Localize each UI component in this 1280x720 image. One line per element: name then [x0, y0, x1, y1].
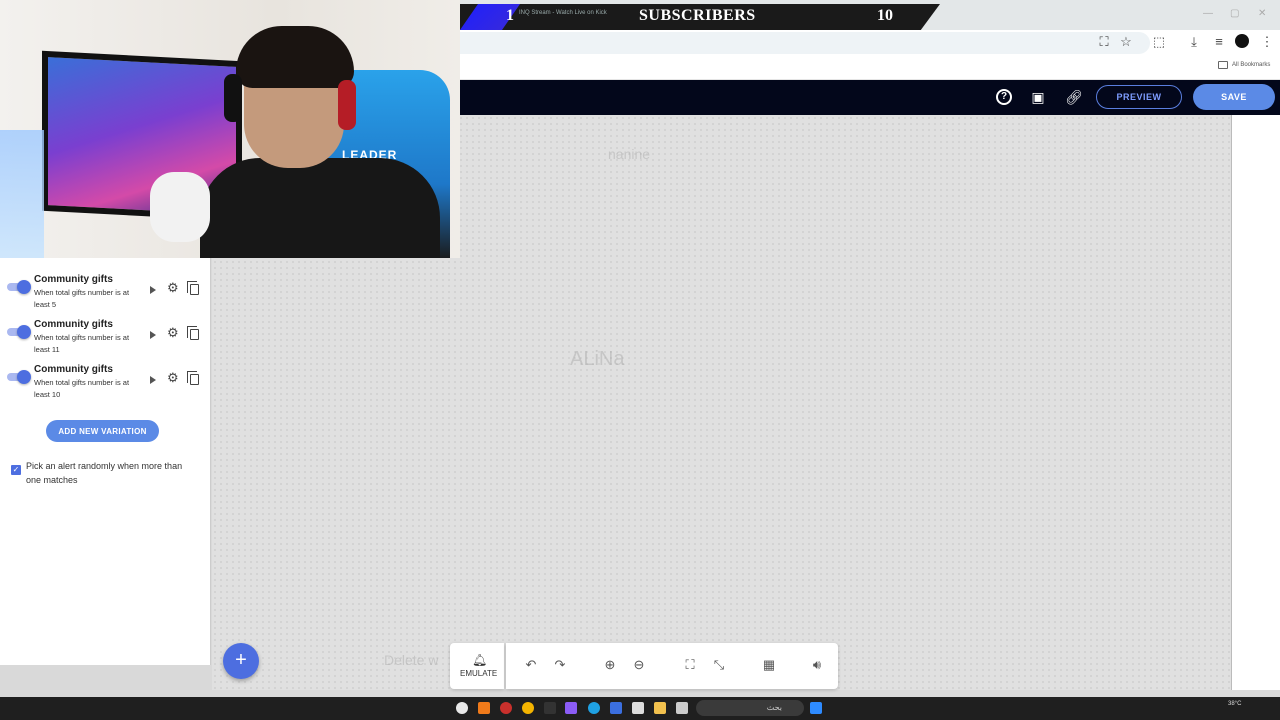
copy-icon[interactable] — [187, 281, 199, 295]
profile-avatar-icon[interactable] — [1235, 34, 1249, 48]
app-icon-blue[interactable] — [610, 702, 622, 714]
chrome-icon[interactable] — [522, 702, 534, 714]
variation-item[interactable]: Community gifts When total gifts number … — [0, 268, 211, 312]
variation-title: Community gifts — [34, 274, 113, 285]
file-explorer-icon[interactable] — [654, 702, 666, 714]
emulate-label: EMULATE — [460, 669, 498, 678]
app-icon-red[interactable] — [500, 702, 512, 714]
extensions-icon[interactable]: ⬚ — [1151, 34, 1167, 50]
play-icon[interactable] — [150, 376, 156, 384]
gear-icon[interactable]: ⚙ — [167, 370, 179, 386]
add-widget-button[interactable]: + — [223, 643, 259, 679]
variation-toggle[interactable] — [7, 325, 31, 339]
star-icon[interactable]: ☆ — [1118, 34, 1134, 50]
preview-button[interactable]: PREVIEW — [1096, 85, 1182, 109]
terminal-icon[interactable] — [544, 702, 556, 714]
headset-left — [224, 74, 242, 122]
canvas-ghost-name: nanine — [608, 146, 651, 162]
variations-panel: Community gifts When total gifts number … — [0, 258, 211, 665]
variation-description: When total gifts number is at least 5 — [34, 288, 130, 309]
bookmarks-bar — [460, 56, 1280, 80]
store-icon[interactable] — [632, 702, 644, 714]
screen-settings-icon[interactable]: ▣ — [1030, 89, 1046, 105]
zoom-out-icon[interactable]: ⊖ — [631, 657, 647, 673]
webcam-microphone — [150, 172, 210, 242]
variation-item[interactable]: Community gifts When total gifts number … — [0, 313, 211, 357]
exit-fullscreen-icon[interactable]: ⤡ — [711, 657, 727, 673]
taskbar-search[interactable]: بحث — [696, 700, 804, 716]
windows-start-icon[interactable] — [810, 702, 822, 714]
weather-text: 38°C — [1228, 701, 1242, 707]
all-bookmarks[interactable]: All Bookmarks — [1218, 61, 1270, 69]
redo-icon[interactable]: ↷ — [552, 657, 568, 673]
maximize-icon[interactable]: ▢ — [1230, 8, 1242, 19]
bell-icon: 🔔︎ — [472, 653, 488, 667]
copy-icon[interactable] — [187, 326, 199, 340]
pick-random-label: Pick an alert randomly when more than on… — [26, 461, 183, 485]
gear-icon[interactable]: ⚙ — [167, 325, 179, 341]
webcam-overlay: LEADER — [0, 0, 460, 258]
save-button[interactable]: SAVE — [1193, 84, 1275, 110]
grid-icon[interactable]: ▦ — [761, 657, 777, 673]
app-icon-grey[interactable] — [676, 702, 688, 714]
webcam-person-hair — [236, 26, 354, 88]
volume-icon[interactable]: 🔊︎ — [809, 657, 825, 673]
fullscreen-icon[interactable]: ⛶ — [682, 657, 698, 673]
close-icon[interactable]: ✕ — [1258, 8, 1270, 19]
play-icon[interactable] — [150, 331, 156, 339]
app-icon-purple[interactable] — [565, 702, 577, 714]
webcam-person-body — [200, 158, 440, 258]
app-icon-orange[interactable] — [478, 702, 490, 714]
link-icon[interactable]: 🔗︎ — [1065, 89, 1083, 105]
download-icon[interactable]: ⤓ — [1186, 34, 1202, 50]
omnibox[interactable] — [460, 32, 1150, 54]
headset-right — [338, 80, 356, 130]
webcam-pc-case — [0, 130, 44, 258]
canvas-ghost-delete: Delete w — [384, 652, 439, 668]
variation-toggle[interactable] — [7, 280, 31, 294]
subscriber-count-left: 1 — [506, 7, 514, 24]
subscriber-count-right: 10 — [877, 7, 893, 24]
media-icon[interactable]: ≡ — [1211, 34, 1227, 50]
undo-icon[interactable]: ↶ — [523, 657, 539, 673]
browser-tab-title[interactable]: INQ Stream - Watch Live on Kick — [519, 10, 607, 16]
menu-icon[interactable]: ⋮ — [1259, 34, 1275, 50]
play-icon[interactable] — [150, 286, 156, 294]
variation-title: Community gifts — [34, 319, 113, 330]
variation-title: Community gifts — [34, 364, 113, 375]
edge-icon[interactable] — [588, 702, 600, 714]
canvas-ghost-alert: ALiNa — [570, 348, 625, 370]
minimize-icon[interactable]: — — [1203, 8, 1215, 19]
translate-icon[interactable]: ⛶ — [1096, 34, 1112, 50]
variation-description: When total gifts number is at least 11 — [34, 333, 130, 354]
canvas-right-gutter — [1232, 115, 1280, 690]
gear-icon[interactable]: ⚙ — [167, 280, 179, 296]
all-bookmarks-label: All Bookmarks — [1232, 62, 1271, 68]
variation-toggle[interactable] — [7, 370, 31, 384]
pick-random-checkbox[interactable]: ✓ — [11, 465, 21, 475]
help-icon[interactable]: ? — [996, 89, 1012, 105]
variation-item[interactable]: Community gifts When total gifts number … — [0, 358, 211, 402]
variation-description: When total gifts number is at least 10 — [34, 378, 130, 399]
subscribers-label: SUBSCRIBERS — [639, 7, 756, 24]
media-player-icon[interactable] — [456, 702, 468, 714]
copy-icon[interactable] — [187, 371, 199, 385]
folder-icon — [1218, 61, 1228, 69]
add-new-variation-button[interactable]: ADD NEW VARIATION — [46, 420, 159, 442]
zoom-in-icon[interactable]: ⊕ — [602, 657, 618, 673]
